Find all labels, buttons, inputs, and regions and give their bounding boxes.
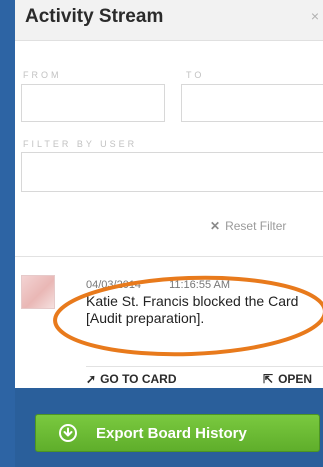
filter-by-user-input[interactable] (21, 152, 323, 192)
activity-date: 04/03/2014 (86, 279, 142, 291)
from-label: FROM (23, 70, 62, 80)
activity-message: Katie St. Francis blocked the Card [Audi… (86, 293, 299, 326)
avatar (21, 275, 55, 309)
export-label: Export Board History (96, 425, 247, 442)
action-divider (86, 366, 323, 367)
reset-x-icon: ✕ (210, 219, 221, 233)
go-to-card-label: GO TO CARD (100, 372, 177, 386)
to-label: TO (186, 70, 205, 80)
arrow-icon: ➚ (86, 372, 97, 386)
section-divider (15, 256, 323, 257)
activity-timestamp: 04/03/2014 11:16:55 AM (86, 279, 230, 291)
from-date-input[interactable] (21, 84, 165, 122)
external-link-icon: ⇱ (263, 372, 274, 386)
export-board-history-button[interactable]: Export Board History (35, 414, 320, 452)
window-edge (0, 0, 15, 467)
activity-time: 11:16:55 AM (169, 279, 231, 291)
open-label: OPEN (278, 372, 313, 386)
panel-title: Activity Stream (25, 6, 164, 27)
filter-by-user-label: FILTER BY USER (23, 139, 138, 149)
activity-stream-panel: Activity Stream × FROM TO FILTER BY USER… (15, 0, 323, 388)
download-icon (59, 424, 77, 442)
close-icon[interactable]: × (311, 9, 319, 23)
reset-filter-label: Reset Filter (225, 219, 287, 233)
go-to-card-link[interactable]: ➚ GO TO CARD (86, 372, 177, 386)
reset-filter-button[interactable]: ✕ Reset Filter (210, 219, 286, 233)
to-date-input[interactable] (181, 84, 323, 122)
open-link[interactable]: ⇱ OPEN (263, 372, 312, 386)
panel-header: Activity Stream × (15, 0, 323, 41)
